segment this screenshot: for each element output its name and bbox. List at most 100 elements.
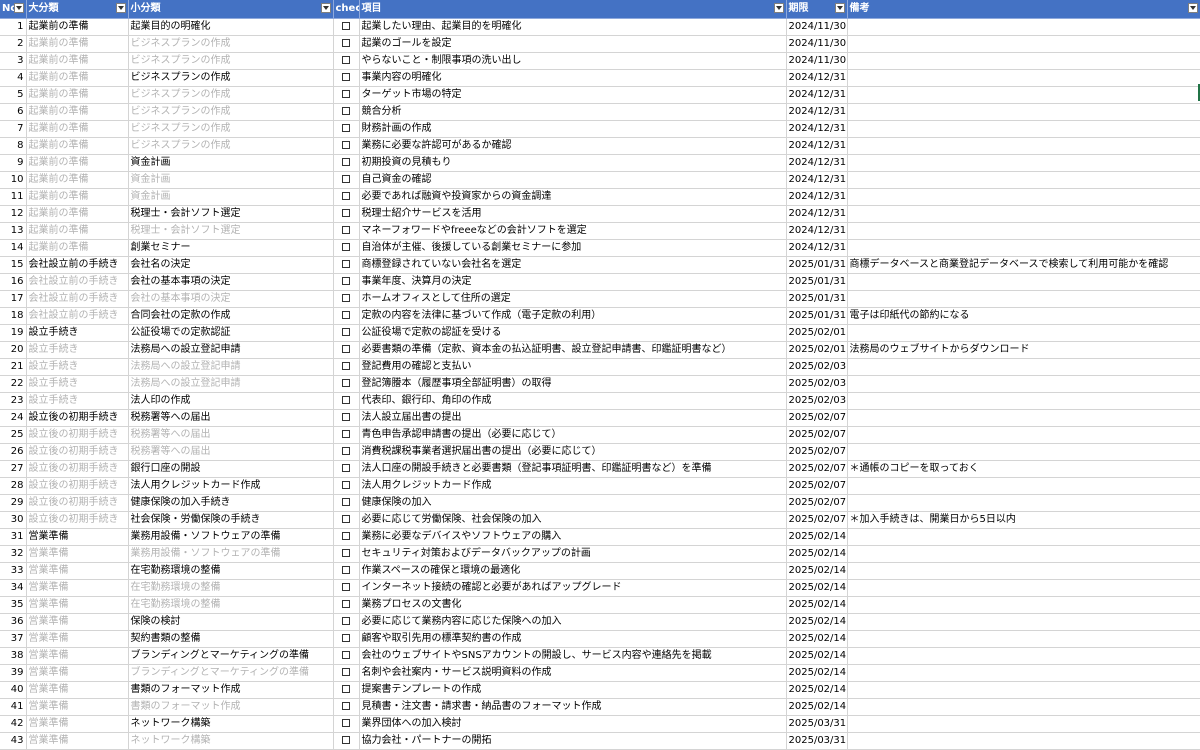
- major-category-cell[interactable]: 営業準備: [26, 579, 129, 597]
- minor-category-cell[interactable]: 税務署等への届出: [128, 426, 334, 444]
- check-cell[interactable]: [333, 188, 360, 206]
- major-category-cell[interactable]: 起業前の準備: [26, 222, 129, 240]
- deadline-cell[interactable]: 2024/12/31: [786, 103, 848, 121]
- item-cell[interactable]: 公証役場で定款の認証を受ける: [359, 324, 787, 342]
- header-check[interactable]: chec: [333, 0, 360, 19]
- item-cell[interactable]: 事業内容の明確化: [359, 69, 787, 87]
- note-cell[interactable]: [847, 426, 1200, 444]
- row-number-cell[interactable]: 39: [0, 664, 27, 682]
- note-cell[interactable]: [847, 443, 1200, 461]
- note-cell[interactable]: 法務局のウェブサイトからダウンロード: [847, 341, 1200, 359]
- major-category-cell[interactable]: 起業前の準備: [26, 171, 129, 189]
- checkbox-icon[interactable]: [342, 157, 350, 166]
- minor-category-cell[interactable]: ネットワーク構築: [128, 715, 334, 733]
- minor-category-cell[interactable]: 起業目的の明確化: [128, 18, 334, 36]
- checkbox-icon[interactable]: [342, 327, 350, 336]
- deadline-cell[interactable]: 2025/02/07: [786, 409, 848, 427]
- item-cell[interactable]: 法人口座の開設手続きと必要書類（登記事項証明書、印鑑証明書など）を準備: [359, 460, 787, 478]
- checkbox-icon[interactable]: [342, 718, 350, 727]
- minor-category-cell[interactable]: 契約書類の整備: [128, 630, 334, 648]
- check-cell[interactable]: [333, 222, 360, 240]
- major-category-cell[interactable]: 設立手続き: [26, 392, 129, 410]
- item-cell[interactable]: 必要に応じて労働保険、社会保険の加入: [359, 511, 787, 529]
- item-cell[interactable]: ターゲット市場の特定: [359, 86, 787, 104]
- note-cell[interactable]: [847, 324, 1200, 342]
- checkbox-icon[interactable]: [342, 565, 350, 574]
- row-number-cell[interactable]: 35: [0, 596, 27, 614]
- minor-category-cell[interactable]: 書類のフォーマット作成: [128, 698, 334, 716]
- check-cell[interactable]: [333, 698, 360, 716]
- note-cell[interactable]: [847, 86, 1200, 104]
- check-cell[interactable]: [333, 103, 360, 121]
- item-cell[interactable]: 登記簿謄本（履歴事項全部証明書）の取得: [359, 375, 787, 393]
- row-number-cell[interactable]: 26: [0, 443, 27, 461]
- note-cell[interactable]: ＊通帳のコピーを取っておく: [847, 460, 1200, 478]
- check-cell[interactable]: [333, 69, 360, 87]
- deadline-cell[interactable]: 2024/12/31: [786, 222, 848, 240]
- row-number-cell[interactable]: 40: [0, 681, 27, 699]
- note-cell[interactable]: [847, 477, 1200, 495]
- check-cell[interactable]: [333, 154, 360, 172]
- major-category-cell[interactable]: 設立後の初期手続き: [26, 477, 129, 495]
- minor-category-cell[interactable]: ビジネスプランの作成: [128, 52, 334, 70]
- header-item[interactable]: 項目: [359, 0, 787, 19]
- deadline-cell[interactable]: 2025/02/03: [786, 392, 848, 410]
- row-number-cell[interactable]: 13: [0, 222, 27, 240]
- deadline-cell[interactable]: 2024/12/31: [786, 188, 848, 206]
- item-cell[interactable]: ホームオフィスとして住所の選定: [359, 290, 787, 308]
- row-number-cell[interactable]: 8: [0, 137, 27, 155]
- row-number-cell[interactable]: 11: [0, 188, 27, 206]
- filter-dropdown-icon[interactable]: [115, 3, 126, 13]
- item-cell[interactable]: 自己資金の確認: [359, 171, 787, 189]
- major-category-cell[interactable]: 営業準備: [26, 528, 129, 546]
- note-cell[interactable]: [847, 647, 1200, 665]
- check-cell[interactable]: [333, 171, 360, 189]
- row-number-cell[interactable]: 33: [0, 562, 27, 580]
- checkbox-icon[interactable]: [342, 531, 350, 540]
- item-cell[interactable]: 必要に応じて業務内容に応じた保険への加入: [359, 613, 787, 631]
- checkbox-icon[interactable]: [342, 701, 350, 710]
- filter-dropdown-icon[interactable]: [320, 3, 331, 13]
- deadline-cell[interactable]: 2024/12/31: [786, 120, 848, 138]
- minor-category-cell[interactable]: 業務用設備・ソフトウェアの準備: [128, 545, 334, 563]
- deadline-cell[interactable]: 2025/01/31: [786, 307, 848, 325]
- item-cell[interactable]: 起業したい理由、起業目的を明確化: [359, 18, 787, 36]
- major-category-cell[interactable]: 会社設立前の手続き: [26, 290, 129, 308]
- major-category-cell[interactable]: 設立手続き: [26, 375, 129, 393]
- item-cell[interactable]: インターネット接続の確認と必要があればアップグレード: [359, 579, 787, 597]
- deadline-cell[interactable]: 2025/02/07: [786, 426, 848, 444]
- major-category-cell[interactable]: 設立後の初期手続き: [26, 426, 129, 444]
- note-cell[interactable]: [847, 35, 1200, 53]
- minor-category-cell[interactable]: ビジネスプランの作成: [128, 103, 334, 121]
- check-cell[interactable]: [333, 647, 360, 665]
- row-number-cell[interactable]: 28: [0, 477, 27, 495]
- major-category-cell[interactable]: 営業準備: [26, 562, 129, 580]
- checkbox-icon[interactable]: [342, 599, 350, 608]
- note-cell[interactable]: [847, 681, 1200, 699]
- row-number-cell[interactable]: 38: [0, 647, 27, 665]
- deadline-cell[interactable]: 2025/02/07: [786, 494, 848, 512]
- deadline-cell[interactable]: 2025/02/07: [786, 443, 848, 461]
- check-cell[interactable]: [333, 545, 360, 563]
- deadline-cell[interactable]: 2025/01/31: [786, 290, 848, 308]
- check-cell[interactable]: [333, 239, 360, 257]
- minor-category-cell[interactable]: ビジネスプランの作成: [128, 69, 334, 87]
- item-cell[interactable]: セキュリティ対策およびデータバックアップの計画: [359, 545, 787, 563]
- check-cell[interactable]: [333, 460, 360, 478]
- row-number-cell[interactable]: 30: [0, 511, 27, 529]
- minor-category-cell[interactable]: 合同会社の定款の作成: [128, 307, 334, 325]
- minor-category-cell[interactable]: 保険の検討: [128, 613, 334, 631]
- item-cell[interactable]: 登記費用の確認と支払い: [359, 358, 787, 376]
- row-number-cell[interactable]: 24: [0, 409, 27, 427]
- item-cell[interactable]: 健康保険の加入: [359, 494, 787, 512]
- check-cell[interactable]: [333, 86, 360, 104]
- deadline-cell[interactable]: 2025/02/14: [786, 562, 848, 580]
- note-cell[interactable]: [847, 715, 1200, 733]
- major-category-cell[interactable]: 営業準備: [26, 596, 129, 614]
- note-cell[interactable]: [847, 137, 1200, 155]
- minor-category-cell[interactable]: 書類のフォーマット作成: [128, 681, 334, 699]
- note-cell[interactable]: [847, 409, 1200, 427]
- major-category-cell[interactable]: 設立後の初期手続き: [26, 511, 129, 529]
- checkbox-icon[interactable]: [342, 72, 350, 81]
- item-cell[interactable]: 業務に必要なデバイスやソフトウェアの購入: [359, 528, 787, 546]
